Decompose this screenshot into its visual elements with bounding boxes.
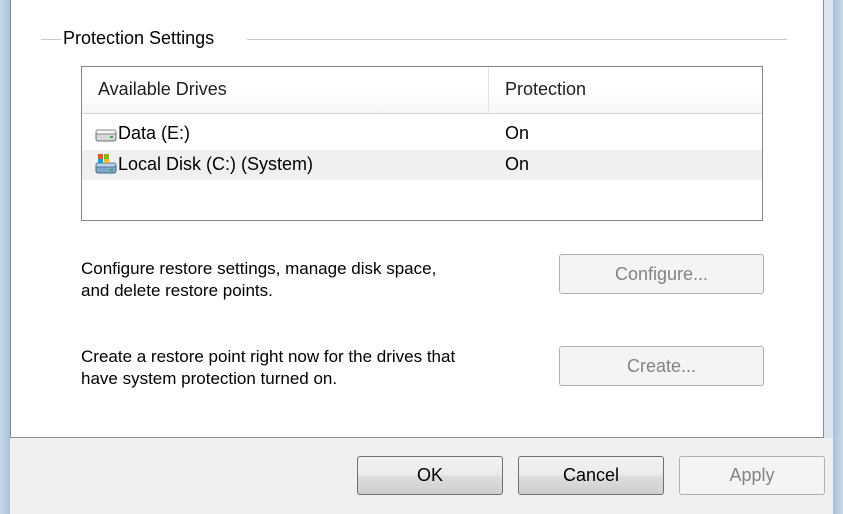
window-frame-right [833, 0, 843, 514]
cancel-button[interactable]: Cancel [518, 456, 664, 495]
create-button[interactable]: Create... [559, 346, 764, 386]
column-header-available-drives[interactable]: Available Drives [98, 79, 227, 100]
ok-button[interactable]: OK [357, 456, 503, 495]
create-description-line-1: Create a restore point right now for the… [81, 347, 456, 366]
group-box-border-left [41, 39, 61, 40]
available-drives-list[interactable]: Available Drives Protection Data (E:) On [81, 66, 763, 221]
drive-name: Data (E:) [118, 123, 191, 143]
list-item-drive-local-disk[interactable]: Local Disk (C:) (System) On [82, 150, 762, 180]
configure-description-line-2: and delete restore points. [81, 281, 273, 300]
create-description-line-2: have system protection turned on. [81, 369, 338, 388]
configure-button[interactable]: Configure... [559, 254, 764, 294]
group-title: Protection Settings [63, 28, 221, 49]
configure-description-line-1: Configure restore settings, manage disk … [81, 259, 437, 278]
drive-icon [95, 129, 117, 142]
drive-protection-status: On [505, 123, 530, 143]
apply-button[interactable]: Apply [679, 456, 825, 495]
configure-description: Configure restore settings, manage disk … [81, 258, 551, 302]
group-box-border [247, 39, 787, 40]
column-separator[interactable] [488, 67, 489, 113]
drive-protection-status: On [505, 154, 530, 174]
window-frame-left [0, 0, 10, 514]
drive-name: Local Disk (C:) (System) [118, 154, 314, 174]
list-item-drive-data[interactable]: Data (E:) On [82, 119, 762, 149]
system-protection-tab-panel: Protection Settings Available Drives Pro… [10, 0, 824, 438]
system-drive-icon [95, 154, 117, 174]
column-header-protection[interactable]: Protection [505, 79, 586, 100]
create-description: Create a restore point right now for the… [81, 346, 551, 390]
list-header: Available Drives Protection [82, 67, 762, 114]
